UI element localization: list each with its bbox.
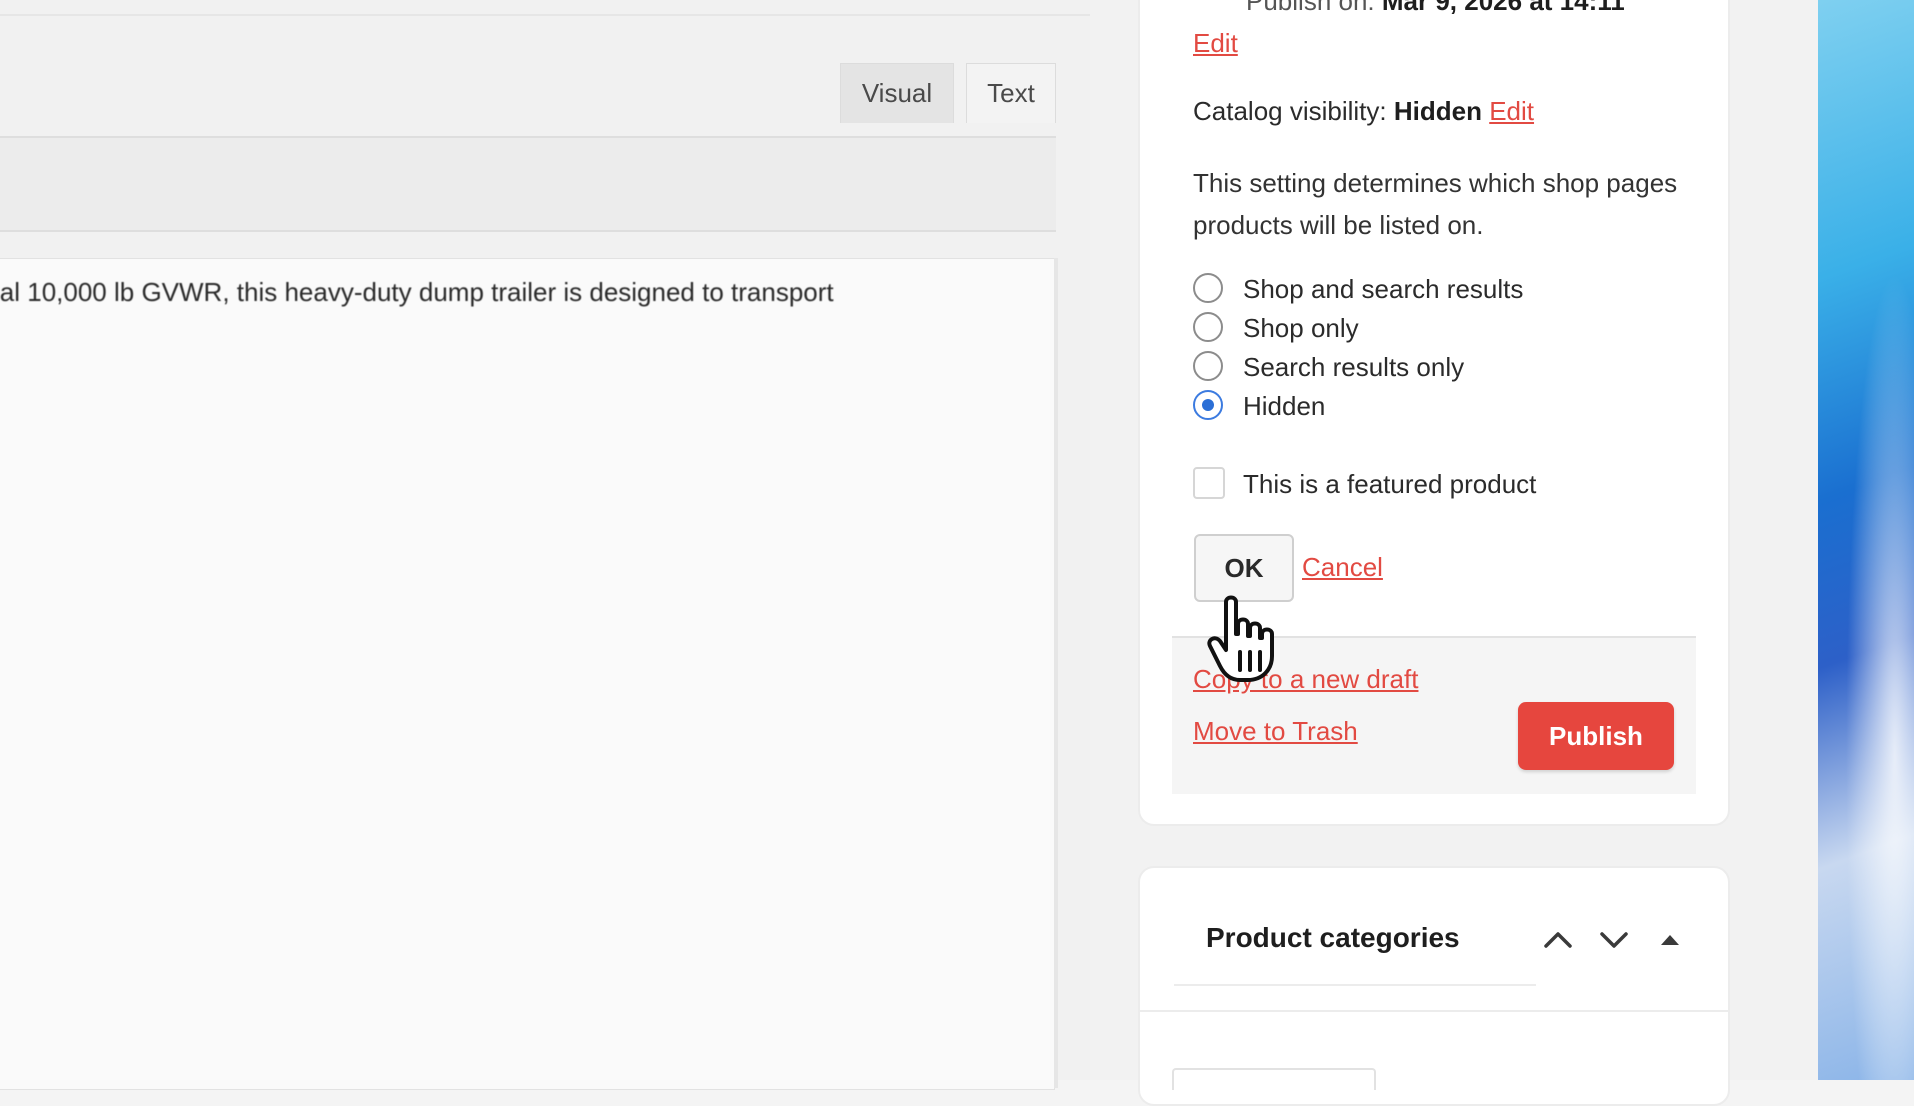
radio-label-shop-only: Shop only <box>1243 313 1359 343</box>
ok-button[interactable]: OK <box>1194 534 1294 602</box>
radio-hidden[interactable] <box>1193 390 1223 420</box>
editor-toolbar <box>0 136 1056 232</box>
hand-pointer-cursor-icon <box>1207 595 1274 682</box>
chevron-up-icon[interactable] <box>1540 922 1576 958</box>
desktop-wallpaper <box>1818 0 1914 1080</box>
catalog-visibility-label: Catalog visibility: <box>1193 96 1387 126</box>
cancel-link[interactable]: Cancel <box>1302 552 1383 583</box>
radio-label-search-results-only: Search results only <box>1243 352 1465 382</box>
move-to-trash-link[interactable]: Move to Trash <box>1193 716 1358 747</box>
tab-text[interactable]: Text <box>966 63 1056 123</box>
triangle-up-icon[interactable] <box>1652 922 1688 958</box>
publish-on-value: Mar 9, 2026 at 14:11 <box>1381 0 1625 16</box>
featured-product-label: This is a featured product <box>1243 469 1537 499</box>
edit-publish-date-link[interactable]: Edit <box>1193 28 1238 59</box>
publish-date-line: Publish on: Mar 9, 2026 at 14:11 <box>1246 0 1625 17</box>
radio-shop-and-search[interactable] <box>1193 273 1223 303</box>
radio-label-shop-and-search: Shop and search results <box>1243 274 1524 304</box>
editor-textarea[interactable]: ial 10,000 lb GVWR, this heavy-duty dump… <box>0 258 1055 1090</box>
editor-top-divider <box>0 14 1090 16</box>
product-categories-divider <box>1140 1010 1728 1012</box>
visibility-description: This setting determines which shop pages… <box>1193 168 1678 240</box>
product-categories-title: Product categories <box>1206 922 1460 953</box>
catalog-visibility-edit-link[interactable]: Edit <box>1489 96 1534 126</box>
tab-visual[interactable]: Visual <box>840 63 954 123</box>
radio-label-hidden: Hidden <box>1243 391 1326 421</box>
radio-shop-only[interactable] <box>1193 312 1223 342</box>
featured-product-checkbox[interactable] <box>1193 467 1225 499</box>
editor-content-text: ial 10,000 lb GVWR, this heavy-duty dump… <box>0 277 834 307</box>
catalog-visibility-line: Catalog visibility: Hidden Edit <box>1193 96 1534 127</box>
publish-on-label: Publish on: <box>1246 0 1375 16</box>
category-tab[interactable] <box>1172 1068 1376 1090</box>
product-categories-underline <box>1174 984 1536 986</box>
catalog-visibility-value: Hidden <box>1393 96 1482 126</box>
radio-search-results-only[interactable] <box>1193 351 1223 381</box>
editor-scrollbar[interactable] <box>1054 258 1058 1088</box>
chevron-down-icon[interactable] <box>1596 922 1632 958</box>
publish-button[interactable]: Publish <box>1518 702 1674 770</box>
